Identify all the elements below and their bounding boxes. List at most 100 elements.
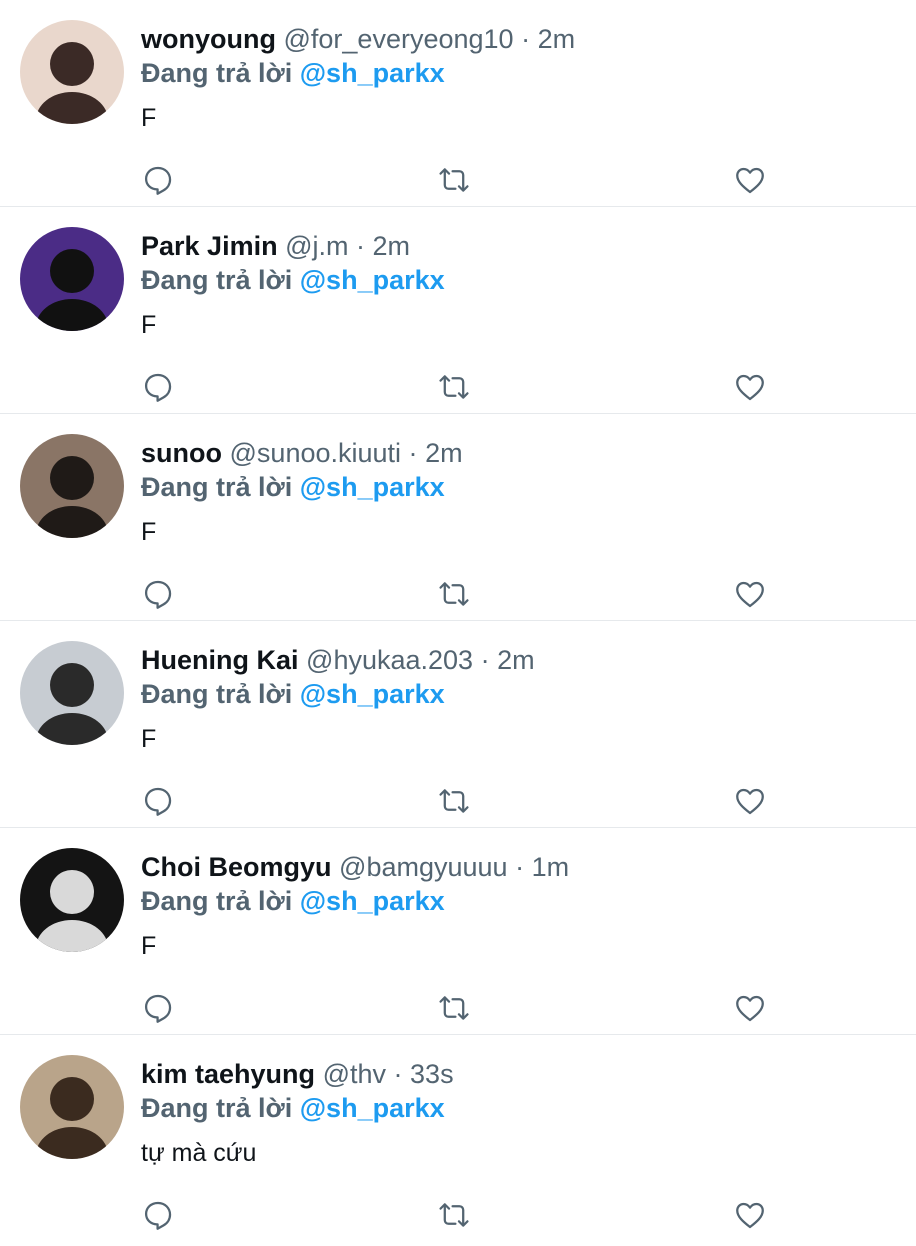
mention-link[interactable]: @sh_parkx bbox=[300, 679, 445, 709]
dot-separator: · bbox=[356, 231, 366, 261]
heart-icon bbox=[736, 167, 764, 194]
reply-button[interactable] bbox=[138, 988, 178, 1028]
mention-link[interactable]: @sh_parkx bbox=[300, 1093, 445, 1123]
reply-icon bbox=[144, 994, 172, 1023]
dot-separator: · bbox=[393, 1059, 403, 1089]
tweet-actions bbox=[0, 367, 916, 407]
username[interactable]: @sunoo.kiuuti bbox=[230, 438, 402, 468]
dot-separator: · bbox=[480, 645, 490, 675]
tweet[interactable]: sunoo @sunoo.kiuuti · 2m Đang trả lời @s… bbox=[0, 414, 916, 621]
tweet[interactable]: Huening Kai @hyukaa.203 · 2m Đang trả lờ… bbox=[0, 621, 916, 828]
mention-link[interactable]: @sh_parkx bbox=[300, 472, 445, 502]
dot-separator: · bbox=[515, 852, 525, 882]
retweet-button[interactable] bbox=[434, 988, 474, 1028]
display-name[interactable]: wonyoung bbox=[141, 24, 276, 54]
timestamp[interactable]: 1m bbox=[532, 852, 570, 882]
reply-icon bbox=[144, 373, 172, 402]
tweet-text: F bbox=[141, 311, 157, 339]
display-name[interactable]: kim taehyung bbox=[141, 1059, 315, 1089]
heart-icon bbox=[736, 374, 764, 401]
replying-to: Đang trả lời @sh_parkx bbox=[141, 884, 896, 918]
tweet-actions bbox=[0, 160, 916, 200]
username[interactable]: @j.m bbox=[285, 231, 348, 261]
retweet-icon bbox=[439, 789, 469, 813]
reply-icon bbox=[144, 580, 172, 609]
mention-link[interactable]: @sh_parkx bbox=[300, 265, 445, 295]
tweet-text: F bbox=[141, 104, 157, 132]
tweet[interactable]: wonyoung @for_everyeong10 · 2m Đang trả … bbox=[0, 0, 916, 207]
like-button[interactable] bbox=[730, 1195, 770, 1235]
like-button[interactable] bbox=[730, 160, 770, 200]
reply-button[interactable] bbox=[138, 160, 178, 200]
replying-to-label: Đang trả lời bbox=[141, 472, 293, 502]
avatar[interactable] bbox=[20, 227, 124, 331]
replying-to-label: Đang trả lời bbox=[141, 265, 293, 295]
replying-to-label: Đang trả lời bbox=[141, 58, 293, 88]
retweet-button[interactable] bbox=[434, 574, 474, 614]
display-name[interactable]: Choi Beomgyu bbox=[141, 852, 332, 882]
retweet-icon bbox=[439, 582, 469, 606]
tweet-actions bbox=[0, 988, 916, 1028]
replying-to-label: Đang trả lời bbox=[141, 1093, 293, 1123]
heart-icon bbox=[736, 788, 764, 815]
retweet-icon bbox=[439, 168, 469, 192]
timestamp[interactable]: 2m bbox=[373, 231, 411, 261]
display-name[interactable]: Huening Kai bbox=[141, 645, 299, 675]
like-button[interactable] bbox=[730, 781, 770, 821]
avatar[interactable] bbox=[20, 20, 124, 124]
tweet[interactable]: kim taehyung @thv · 33s Đang trả lời @sh… bbox=[0, 1035, 916, 1242]
replying-to: Đang trả lời @sh_parkx bbox=[141, 56, 896, 90]
tweet-text: F bbox=[141, 518, 157, 546]
replying-to: Đang trả lời @sh_parkx bbox=[141, 470, 896, 504]
tweet-text: F bbox=[141, 932, 157, 960]
username[interactable]: @hyukaa.203 bbox=[306, 645, 473, 675]
tweet-text: tự mà cứu bbox=[141, 1139, 257, 1167]
avatar[interactable] bbox=[20, 1055, 124, 1159]
tweet-actions bbox=[0, 1195, 916, 1235]
retweet-button[interactable] bbox=[434, 160, 474, 200]
tweet-actions bbox=[0, 781, 916, 821]
reply-button[interactable] bbox=[138, 781, 178, 821]
retweet-button[interactable] bbox=[434, 1195, 474, 1235]
display-name[interactable]: Park Jimin bbox=[141, 231, 278, 261]
replying-to: Đang trả lời @sh_parkx bbox=[141, 1091, 896, 1125]
reply-icon bbox=[144, 787, 172, 816]
reply-icon bbox=[144, 1201, 172, 1230]
tweet[interactable]: Park Jimin @j.m · 2m Đang trả lời @sh_pa… bbox=[0, 207, 916, 414]
tweet[interactable]: Choi Beomgyu @bamgyuuuu · 1m Đang trả lờ… bbox=[0, 828, 916, 1035]
dot-separator: · bbox=[408, 438, 418, 468]
retweet-icon bbox=[439, 375, 469, 399]
timestamp[interactable]: 2m bbox=[497, 645, 535, 675]
reply-icon bbox=[144, 166, 172, 195]
reply-button[interactable] bbox=[138, 367, 178, 407]
heart-icon bbox=[736, 995, 764, 1022]
reply-button[interactable] bbox=[138, 1195, 178, 1235]
timestamp[interactable]: 33s bbox=[410, 1059, 454, 1089]
timestamp[interactable]: 2m bbox=[425, 438, 463, 468]
timestamp[interactable]: 2m bbox=[538, 24, 576, 54]
username[interactable]: @thv bbox=[323, 1059, 386, 1089]
retweet-button[interactable] bbox=[434, 781, 474, 821]
replying-to-label: Đang trả lời bbox=[141, 886, 293, 916]
retweet-button[interactable] bbox=[434, 367, 474, 407]
replying-to: Đang trả lời @sh_parkx bbox=[141, 677, 896, 711]
replying-to-label: Đang trả lời bbox=[141, 679, 293, 709]
mention-link[interactable]: @sh_parkx bbox=[300, 886, 445, 916]
like-button[interactable] bbox=[730, 574, 770, 614]
reply-button[interactable] bbox=[138, 574, 178, 614]
tweet-actions bbox=[0, 574, 916, 614]
like-button[interactable] bbox=[730, 988, 770, 1028]
like-button[interactable] bbox=[730, 367, 770, 407]
username[interactable]: @bamgyuuuu bbox=[339, 852, 508, 882]
avatar[interactable] bbox=[20, 641, 124, 745]
username[interactable]: @for_everyeong10 bbox=[284, 24, 514, 54]
heart-icon bbox=[736, 1202, 764, 1229]
avatar[interactable] bbox=[20, 848, 124, 952]
reply-feed: wonyoung @for_everyeong10 · 2m Đang trả … bbox=[0, 0, 916, 1242]
avatar[interactable] bbox=[20, 434, 124, 538]
mention-link[interactable]: @sh_parkx bbox=[300, 58, 445, 88]
retweet-icon bbox=[439, 1203, 469, 1227]
heart-icon bbox=[736, 581, 764, 608]
display-name[interactable]: sunoo bbox=[141, 438, 222, 468]
dot-separator: · bbox=[521, 24, 531, 54]
